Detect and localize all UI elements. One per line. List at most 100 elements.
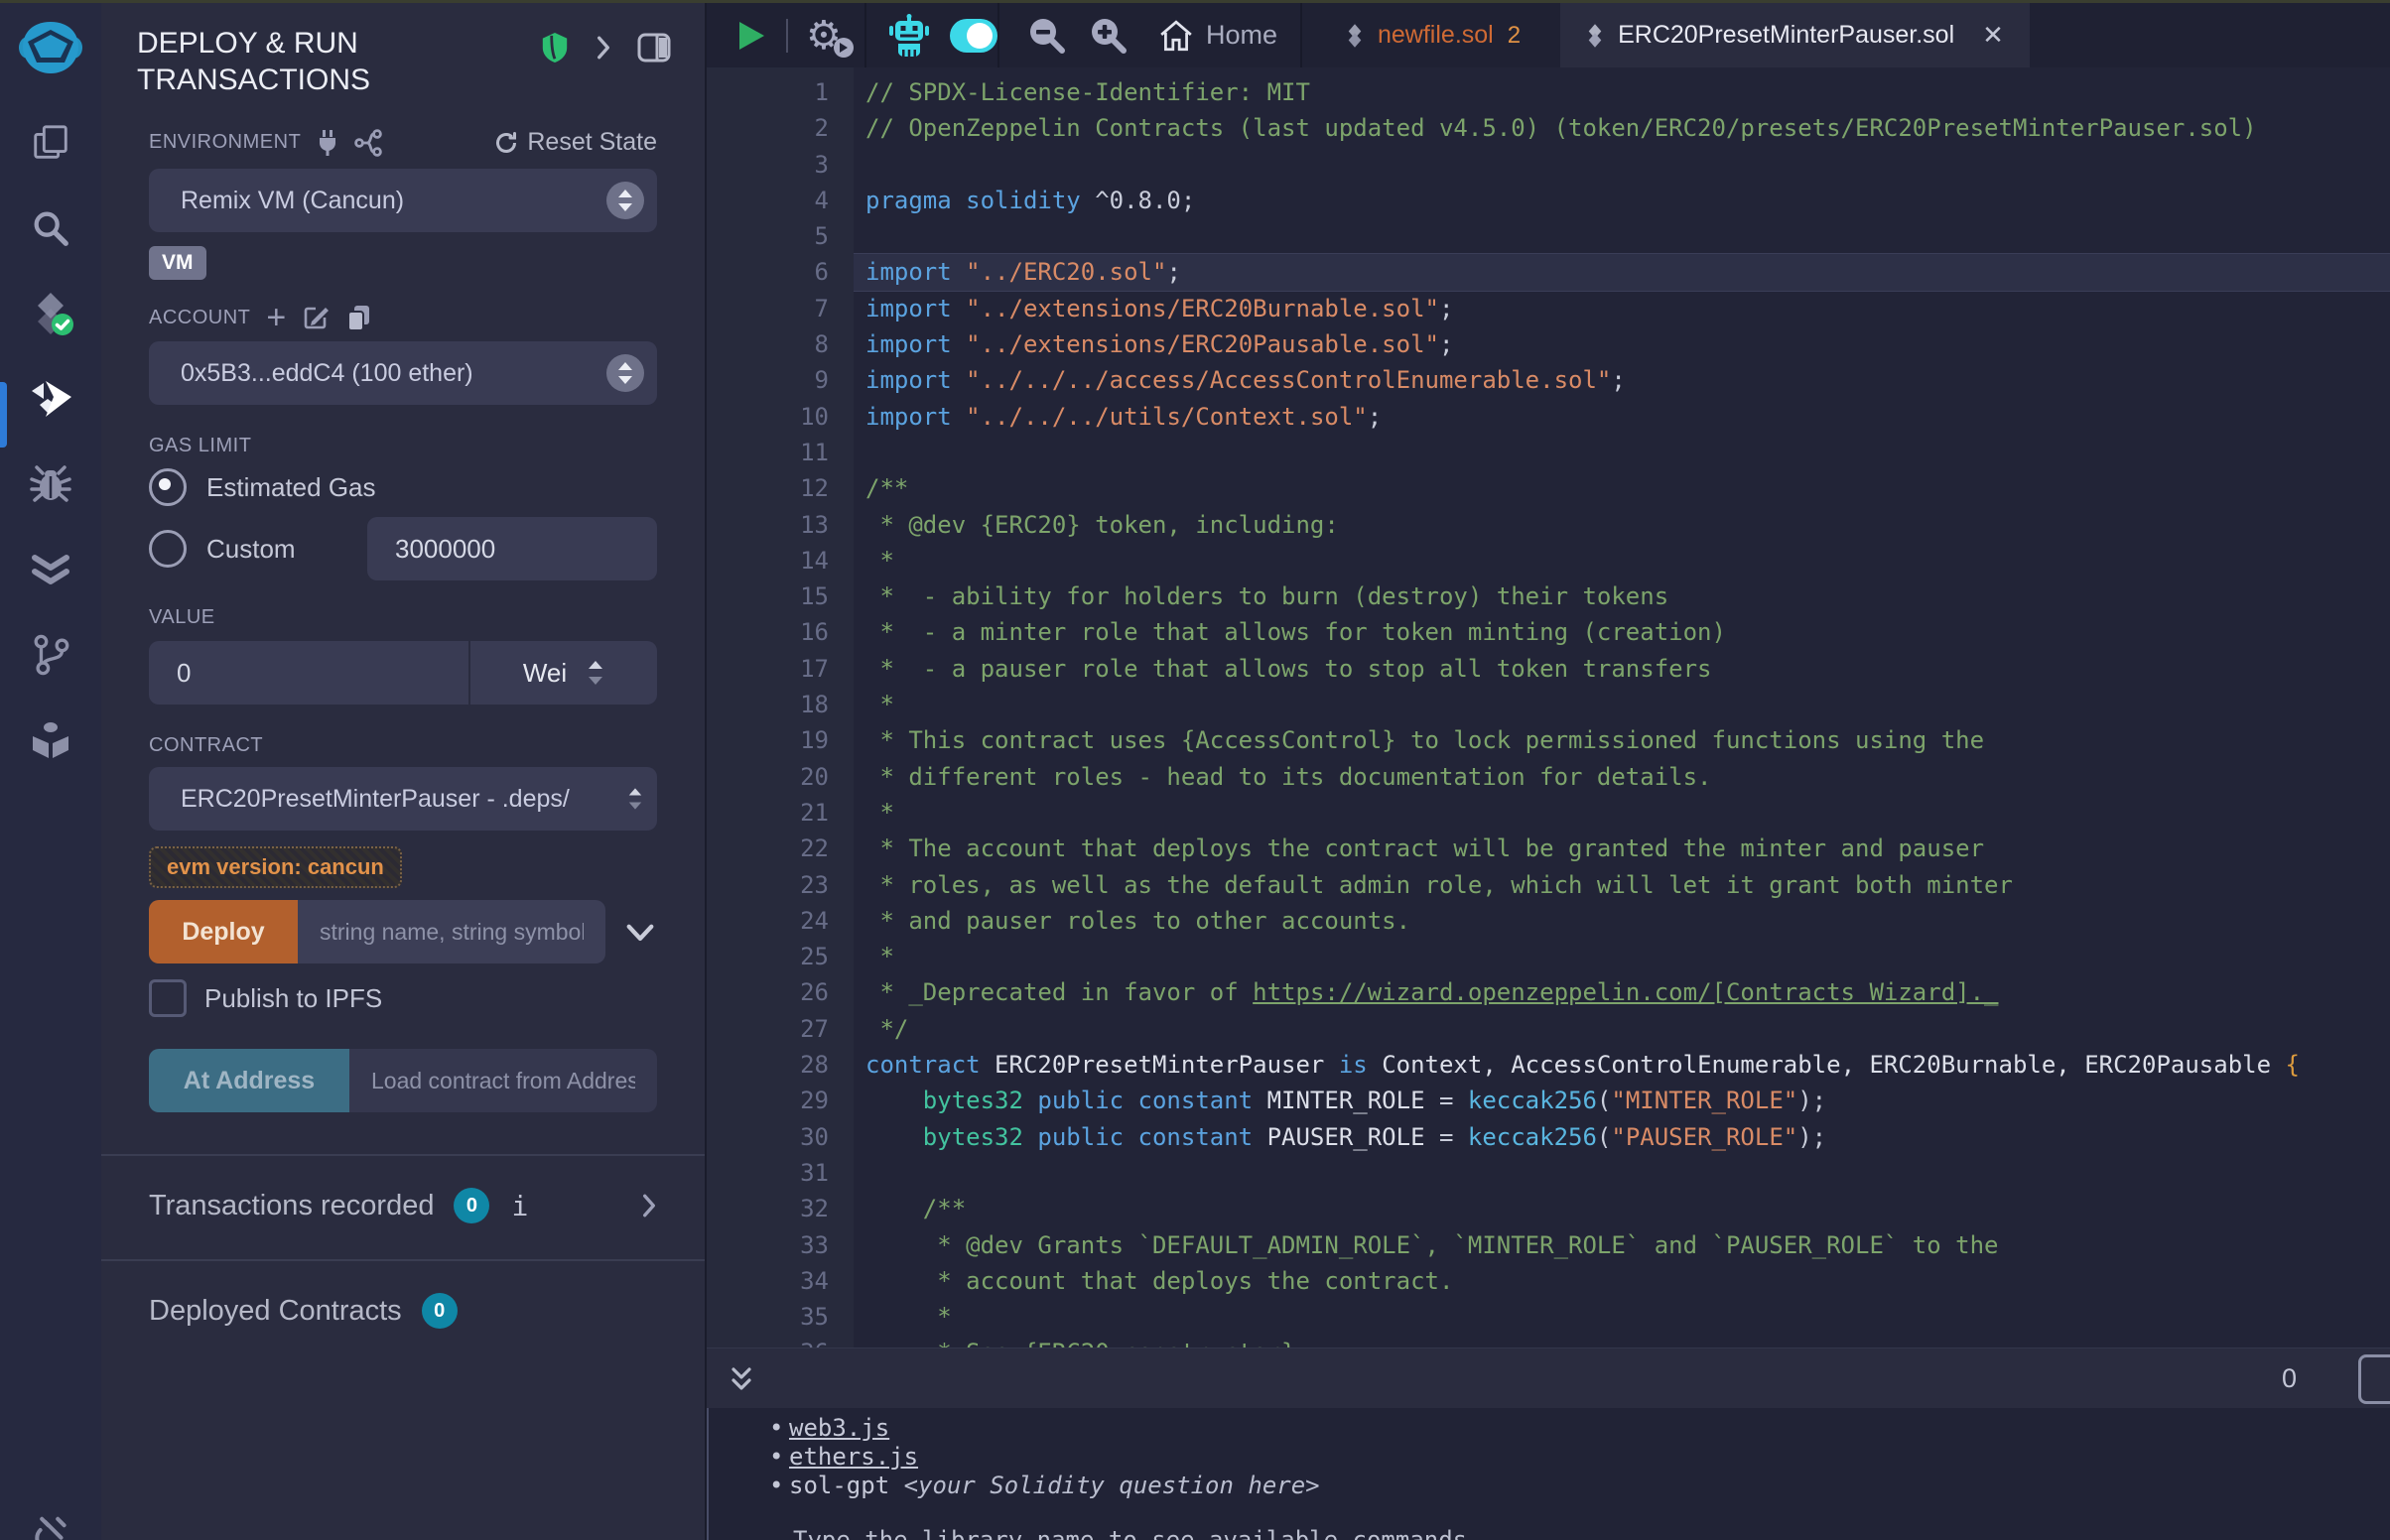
collapse-terminal-icon[interactable]	[727, 1364, 756, 1394]
tab-newfile[interactable]: newfile.sol 2	[1320, 3, 1546, 67]
code-line[interactable]: 24 * and pauser roles to other accounts.	[707, 903, 2390, 939]
code-line[interactable]: 4pragma solidity ^0.8.0;	[707, 183, 2390, 218]
fork-environment-icon[interactable]	[354, 129, 382, 157]
zoom-out-icon[interactable]	[1027, 16, 1067, 56]
plugin-connector-icon[interactable]	[26, 1514, 75, 1540]
ai-copilot-toggle[interactable]	[950, 19, 997, 53]
line-number: 26	[707, 974, 854, 1010]
solidity-compiler-icon[interactable]	[28, 291, 73, 336]
line-number: 31	[707, 1155, 854, 1191]
ai-copilot-robot-icon[interactable]	[888, 14, 930, 58]
terminal-listen-checkbox[interactable]	[2358, 1354, 2390, 1404]
expand-transactions-icon[interactable]	[641, 1193, 657, 1219]
code-line[interactable]: 18 *	[707, 687, 2390, 722]
line-number: 21	[707, 795, 854, 831]
copy-account-icon[interactable]	[345, 304, 371, 331]
code-line[interactable]: 11	[707, 435, 2390, 470]
search-icon[interactable]	[28, 205, 73, 251]
info-icon[interactable]: i	[511, 1190, 528, 1222]
custom-gas-input[interactable]	[367, 517, 657, 580]
code-line[interactable]: 25 *	[707, 939, 2390, 974]
run-script-icon[interactable]	[736, 20, 766, 52]
reset-state-button[interactable]: Reset State	[493, 128, 657, 157]
code-line[interactable]: 9import "../../../access/AccessControlEn…	[707, 362, 2390, 398]
code-line[interactable]: 3	[707, 147, 2390, 183]
code-line[interactable]: 32 /**	[707, 1191, 2390, 1226]
code-line[interactable]: 33 * @dev Grants `DEFAULT_ADMIN_ROLE`, `…	[707, 1227, 2390, 1263]
code-line[interactable]: 10import "../../../utils/Context.sol";	[707, 399, 2390, 435]
git-icon[interactable]	[28, 632, 73, 678]
code-line[interactable]: 23 * roles, as well as the default admin…	[707, 867, 2390, 903]
transactions-recorded-section[interactable]: Transactions recorded 0 i	[149, 1188, 657, 1223]
home-icon	[1158, 19, 1194, 53]
line-number: 16	[707, 614, 854, 650]
plug-icon[interactable]	[315, 129, 340, 157]
code-line[interactable]: 8import "../extensions/ERC20Pausable.sol…	[707, 326, 2390, 362]
code-line[interactable]: 5	[707, 218, 2390, 254]
account-select[interactable]: 0x5B3...eddC4 (100 ether)	[149, 341, 657, 405]
sign-message-icon[interactable]	[302, 304, 330, 331]
code-line[interactable]: 20 * different roles - head to its docum…	[707, 759, 2390, 795]
line-content: * @dev {ERC20} token, including:	[854, 507, 2390, 543]
code-line[interactable]: 13 * @dev {ERC20} token, including:	[707, 507, 2390, 543]
code-line[interactable]: 15 * - ability for holders to burn (dest…	[707, 578, 2390, 614]
estimated-gas-radio[interactable]	[149, 468, 187, 506]
modules-icon[interactable]	[28, 717, 73, 763]
code-line[interactable]: 26 * _Deprecated in favor of https://wiz…	[707, 974, 2390, 1010]
line-number: 10	[707, 399, 854, 435]
expand-constructor-args-icon[interactable]	[623, 919, 657, 945]
line-number: 13	[707, 507, 854, 543]
code-line[interactable]: 19 * This contract uses {AccessControl} …	[707, 722, 2390, 758]
deployed-contracts-section[interactable]: Deployed Contracts 0	[149, 1293, 657, 1329]
code-line[interactable]: 2// OpenZeppelin Contracts (last updated…	[707, 110, 2390, 146]
contract-select[interactable]: ERC20PresetMinterPauser - .deps/	[149, 767, 657, 831]
add-account-icon[interactable]: +	[266, 305, 286, 330]
deploy-run-icon[interactable]	[28, 376, 73, 422]
debugger-icon[interactable]	[28, 461, 73, 507]
code-line[interactable]: 31	[707, 1155, 2390, 1191]
zoom-in-icon[interactable]	[1089, 16, 1129, 56]
custom-gas-radio[interactable]	[149, 530, 187, 568]
constructor-args-input[interactable]	[298, 900, 605, 963]
code-line[interactable]: 17 * - a pauser role that allows to stop…	[707, 651, 2390, 687]
code-line[interactable]: 28contract ERC20PresetMinterPauser is Co…	[707, 1047, 2390, 1083]
solgpt-command: sol-gpt <your Solidity question here>	[789, 1472, 1320, 1500]
publish-ipfs-label: Publish to IPFS	[204, 983, 382, 1014]
line-content: // OpenZeppelin Contracts (last updated …	[854, 110, 2390, 146]
code-line[interactable]: 22 * The account that deploys the contra…	[707, 831, 2390, 866]
code-line[interactable]: 14 *	[707, 543, 2390, 578]
line-number: 9	[707, 362, 854, 398]
code-line[interactable]: 6import "../ERC20.sol";	[707, 254, 2390, 290]
tab-bar: newfile.sol 2 ERC20PresetMinterPauser.so…	[1302, 3, 2390, 67]
home-tab[interactable]: Home	[1158, 19, 1277, 53]
code-line[interactable]: 12/**	[707, 470, 2390, 506]
deploy-button[interactable]: Deploy	[149, 900, 298, 963]
value-input[interactable]	[149, 641, 468, 705]
at-address-input[interactable]	[349, 1049, 657, 1112]
line-number: 3	[707, 147, 854, 183]
script-config-icon[interactable]: ⚙	[806, 14, 850, 58]
web3js-link[interactable]: web3.js	[789, 1414, 889, 1443]
unit-testing-icon[interactable]	[28, 547, 73, 592]
tab-erc20presetminterpauser[interactable]: ERC20PresetMinterPauser.sol ✕	[1560, 3, 2030, 67]
remix-logo-icon[interactable]	[18, 17, 83, 80]
value-unit-select[interactable]: Wei	[470, 641, 657, 705]
code-line[interactable]: 16 * - a minter role that allows for tok…	[707, 614, 2390, 650]
code-line[interactable]: 35 *	[707, 1299, 2390, 1335]
close-tab-icon[interactable]: ✕	[1982, 20, 2004, 51]
code-line[interactable]: 21 *	[707, 795, 2390, 831]
code-line[interactable]: 30 bytes32 public constant PAUSER_ROLE =…	[707, 1119, 2390, 1155]
code-line[interactable]: 29 bytes32 public constant MINTER_ROLE =…	[707, 1083, 2390, 1118]
code-line[interactable]: 34 * account that deploys the contract.	[707, 1263, 2390, 1299]
collapse-panel-icon[interactable]	[596, 35, 611, 61]
terminal-bar: 0	[707, 1348, 2390, 1409]
ethersjs-link[interactable]: ethers.js	[789, 1443, 918, 1472]
publish-ipfs-checkbox[interactable]	[149, 979, 187, 1017]
file-explorer-icon[interactable]	[28, 120, 73, 166]
code-line[interactable]: 7import "../extensions/ERC20Burnable.sol…	[707, 291, 2390, 326]
at-address-button[interactable]: At Address	[149, 1049, 349, 1112]
code-line[interactable]: 1// SPDX-License-Identifier: MIT	[707, 74, 2390, 110]
environment-select[interactable]: Remix VM (Cancun)	[149, 169, 657, 232]
code-line[interactable]: 27 */	[707, 1011, 2390, 1047]
pin-panel-icon[interactable]	[637, 32, 671, 64]
